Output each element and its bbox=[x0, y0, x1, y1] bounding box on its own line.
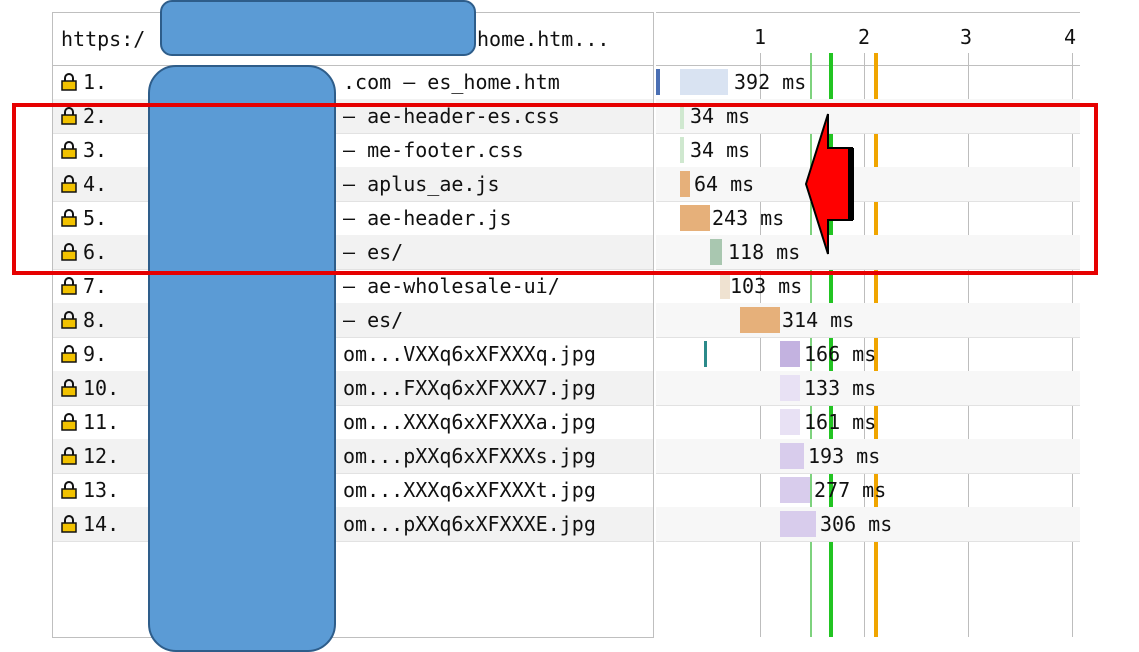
request-row[interactable]: 13. om...XXXq6xXFXXXt.jpg bbox=[53, 473, 653, 508]
row-number: 13. bbox=[61, 478, 119, 502]
row-index: 7. bbox=[83, 274, 108, 298]
lock-icon bbox=[61, 379, 77, 397]
waterfall-row[interactable]: 161 ms bbox=[656, 405, 1080, 440]
request-row[interactable]: 14. om...pXXq6xXFXXXE.jpg bbox=[53, 507, 653, 542]
row-number: 14. bbox=[61, 512, 119, 536]
request-url: om...XXXq6xXFXXXt.jpg bbox=[343, 478, 596, 502]
request-url: om...XXXq6xXFXXXa.jpg bbox=[343, 410, 596, 434]
row-index: 1. bbox=[83, 70, 108, 94]
request-url: – ae-wholesale-ui/ bbox=[343, 274, 560, 298]
waterfall-row[interactable]: 193 ms bbox=[656, 439, 1080, 474]
row-number: 12. bbox=[61, 444, 119, 468]
lock-icon bbox=[61, 73, 77, 91]
lock-icon bbox=[61, 515, 77, 533]
tick-label: 3 bbox=[960, 25, 973, 49]
duration-label: 133 ms bbox=[804, 376, 877, 400]
tick-label: 1 bbox=[754, 25, 767, 49]
timing-bar bbox=[780, 375, 800, 401]
timing-bar bbox=[680, 69, 728, 95]
row-index: 13. bbox=[83, 478, 120, 502]
row-index: 9. bbox=[83, 342, 108, 366]
duration-label: 166 ms bbox=[804, 342, 877, 366]
timing-bar bbox=[720, 273, 730, 299]
red-arrow-icon bbox=[804, 113, 854, 255]
lock-icon bbox=[61, 481, 77, 499]
highlight-box bbox=[12, 103, 1098, 275]
request-url: om...FXXq6xXFXXX7.jpg bbox=[343, 376, 596, 400]
duration-label: 277 ms bbox=[814, 478, 887, 502]
request-url: om...pXXq6xXFXXXE.jpg bbox=[343, 512, 596, 536]
timing-bar bbox=[740, 307, 780, 333]
duration-label: 392 ms bbox=[734, 70, 807, 94]
url-prefix: https:/ bbox=[61, 27, 146, 51]
request-row[interactable]: 9. om...VXXq6xXFXXXq.jpg bbox=[53, 337, 653, 372]
redaction-top bbox=[160, 0, 476, 56]
waterfall-row[interactable]: 392 ms bbox=[656, 65, 1080, 100]
waterfall-row[interactable]: 277 ms bbox=[656, 473, 1080, 508]
row-number: 9. bbox=[61, 342, 107, 366]
row-index: 11. bbox=[83, 410, 120, 434]
row-index: 12. bbox=[83, 444, 120, 468]
request-url: .com – es_home.htm bbox=[343, 70, 560, 94]
row-number: 1. bbox=[61, 70, 107, 94]
timing-bar bbox=[780, 341, 800, 367]
lock-icon bbox=[61, 345, 77, 363]
request-url: om...VXXq6xXFXXXq.jpg bbox=[343, 342, 596, 366]
duration-label: 314 ms bbox=[782, 308, 855, 332]
request-row[interactable]: 10. om...FXXq6xXFXXX7.jpg bbox=[53, 371, 653, 406]
row-index: 14. bbox=[83, 512, 120, 536]
lock-icon bbox=[61, 447, 77, 465]
lock-icon bbox=[61, 413, 77, 431]
timeline-ticks: 1 2 3 4 bbox=[656, 13, 1080, 66]
timing-bar bbox=[780, 477, 810, 503]
timing-bar bbox=[780, 511, 816, 537]
waterfall-row[interactable]: 314 ms bbox=[656, 303, 1080, 338]
request-row[interactable]: 1. .com – es_home.htm bbox=[53, 65, 653, 100]
timing-bar-segment bbox=[704, 341, 707, 367]
row-number: 11. bbox=[61, 410, 119, 434]
duration-label: 161 ms bbox=[804, 410, 877, 434]
row-number: 7. bbox=[61, 274, 107, 298]
row-number: 10. bbox=[61, 376, 119, 400]
tick-label: 2 bbox=[858, 25, 871, 49]
waterfall-row[interactable]: 306 ms bbox=[656, 507, 1080, 542]
row-index: 10. bbox=[83, 376, 120, 400]
lock-icon bbox=[61, 311, 77, 329]
request-url: – es/ bbox=[343, 308, 404, 332]
lock-icon bbox=[61, 277, 77, 295]
request-row[interactable]: 11. om...XXXq6xXFXXXa.jpg bbox=[53, 405, 653, 440]
duration-label: 103 ms bbox=[730, 274, 803, 298]
request-row[interactable]: 8. – es/ bbox=[53, 303, 653, 338]
url-suffix: home.htm... bbox=[477, 27, 610, 51]
tick-label: 4 bbox=[1064, 25, 1077, 49]
row-number: 8. bbox=[61, 308, 107, 332]
duration-label: 193 ms bbox=[808, 444, 881, 468]
timing-bar bbox=[780, 409, 800, 435]
waterfall-row[interactable]: 166 ms bbox=[656, 337, 1080, 372]
timing-bar-segment bbox=[656, 69, 660, 95]
request-row[interactable]: 12. om...pXXq6xXFXXXs.jpg bbox=[53, 439, 653, 474]
timing-bar bbox=[780, 443, 804, 469]
row-index: 8. bbox=[83, 308, 108, 332]
duration-label: 306 ms bbox=[820, 512, 893, 536]
waterfall-row[interactable]: 133 ms bbox=[656, 371, 1080, 406]
request-url: om...pXXq6xXFXXXs.jpg bbox=[343, 444, 596, 468]
